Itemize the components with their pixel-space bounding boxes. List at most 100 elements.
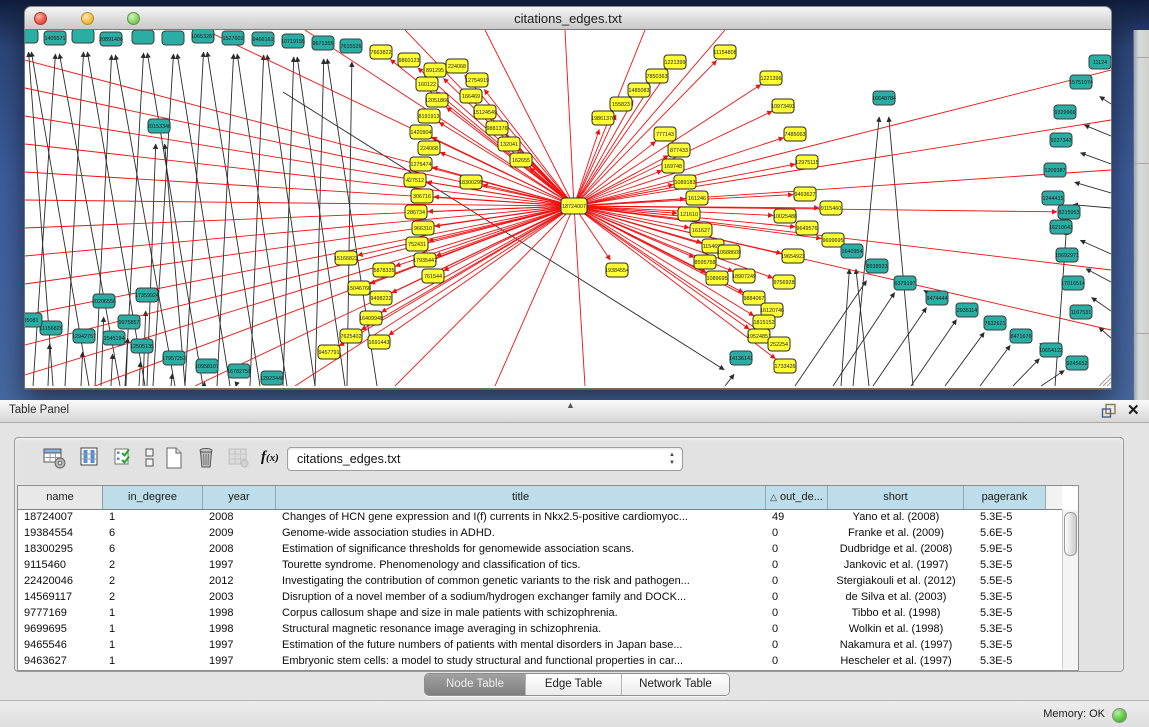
network-node[interactable]: 19524851 bbox=[747, 329, 771, 343]
table-row[interactable]: 911546021997Tourette syndrome. Phenomeno… bbox=[18, 558, 1062, 574]
network-node[interactable]: 16409948 bbox=[359, 311, 383, 325]
network-node[interactable]: 9466161 bbox=[252, 32, 274, 46]
column-header-name[interactable]: name bbox=[18, 486, 103, 509]
network-node[interactable]: 16210643 bbox=[1049, 220, 1073, 234]
network-node[interactable]: 752431 bbox=[406, 237, 428, 251]
network-node[interactable]: 10025488 bbox=[773, 209, 797, 223]
select-rows-button[interactable] bbox=[113, 446, 139, 472]
table-row[interactable]: 1456911722003Disruption of a novel membe… bbox=[18, 590, 1062, 606]
network-node[interactable]: 1733426 bbox=[774, 359, 796, 373]
network-node[interactable]: 9671355 bbox=[312, 36, 334, 50]
network-node[interactable]: 11156829 bbox=[39, 321, 62, 335]
network-node[interactable]: 12975115 bbox=[795, 155, 819, 169]
network-node[interactable]: 966310 bbox=[412, 221, 434, 235]
network-node[interactable]: 10958107 bbox=[195, 359, 219, 373]
network-node[interactable]: 1275474 bbox=[410, 157, 432, 171]
network-node[interactable]: 7632621 bbox=[984, 316, 1006, 330]
network-node[interactable]: 161627 bbox=[690, 223, 712, 237]
network-node[interactable]: 1209387 bbox=[1044, 163, 1066, 177]
network-node[interactable]: 1420904 bbox=[410, 125, 432, 139]
network-node[interactable]: 9227343 bbox=[1050, 133, 1072, 147]
network-node[interactable]: 9474444 bbox=[926, 291, 948, 305]
network-node[interactable]: 10973493 bbox=[771, 99, 795, 113]
network-node[interactable]: 11124 bbox=[1089, 55, 1111, 69]
network-node[interactable]: 12942757 bbox=[72, 329, 96, 343]
network-node[interactable]: 20153346 bbox=[147, 119, 171, 133]
network-node[interactable]: 252254 bbox=[768, 337, 790, 351]
network-node[interactable]: 17359924 bbox=[135, 288, 159, 302]
network-node[interactable]: 1244415 bbox=[1042, 191, 1064, 205]
table-row[interactable]: 969969511998Structural magnetic resonanc… bbox=[18, 622, 1062, 638]
network-node[interactable]: 10653287 bbox=[191, 30, 215, 43]
network-node[interactable]: 9115460 bbox=[820, 201, 842, 215]
table-row[interactable]: 1938455462009Genome-wide association stu… bbox=[18, 526, 1062, 542]
network-canvas[interactable]: 1405571208914061065328715276029466161107… bbox=[24, 30, 1112, 389]
network-node[interactable]: 286734 bbox=[405, 205, 427, 219]
column-header-pagerank[interactable]: pagerank bbox=[964, 486, 1046, 509]
network-node[interactable]: 19654923 bbox=[781, 249, 805, 263]
delete-table-button[interactable] bbox=[195, 446, 221, 472]
network-node[interactable]: 1527602 bbox=[222, 31, 244, 45]
network-node[interactable]: 9329966 bbox=[1054, 105, 1076, 119]
table-row[interactable]: 1830029562008Estimation of significance … bbox=[18, 542, 1062, 558]
network-node[interactable]: 18907249 bbox=[732, 269, 756, 283]
table-scrollbar[interactable] bbox=[1062, 510, 1078, 669]
float-panel-icon[interactable] bbox=[1101, 403, 1117, 419]
table-row[interactable]: 2242004622012Investigating the contribut… bbox=[18, 574, 1062, 590]
network-node[interactable]: 11154808 bbox=[713, 45, 736, 59]
network-node[interactable]: 166469 bbox=[460, 89, 482, 103]
network-node[interactable]: 12923448 bbox=[260, 371, 284, 385]
network-node[interactable]: 1815152 bbox=[753, 315, 775, 329]
window-resize-grip[interactable] bbox=[1099, 374, 1111, 386]
table-row[interactable]: 1872400712008Changes of HCN gene express… bbox=[18, 510, 1062, 526]
row-height-button[interactable] bbox=[141, 446, 157, 472]
network-node[interactable]: 1167531 bbox=[1070, 305, 1092, 319]
network-node[interactable]: 1640954 bbox=[841, 244, 863, 258]
splitter-handle[interactable]: ▲ bbox=[566, 400, 575, 410]
network-node[interactable]: 121610 bbox=[678, 207, 700, 221]
network-node[interactable]: 17935447 bbox=[413, 253, 437, 267]
table-row[interactable]: 977716911998Corpus callosum shape and si… bbox=[18, 606, 1062, 622]
network-node[interactable]: 9498222 bbox=[370, 291, 392, 305]
network-node[interactable]: 10654122 bbox=[1039, 343, 1063, 357]
network-node[interactable] bbox=[132, 30, 154, 44]
scrollbar-thumb[interactable] bbox=[1064, 512, 1077, 556]
network-node[interactable]: 15751074 bbox=[1069, 75, 1093, 89]
network-hub-node[interactable]: 18724007 bbox=[561, 198, 587, 214]
network-node[interactable]: 1221399 bbox=[664, 55, 686, 69]
import-table-button-disabled[interactable] bbox=[227, 446, 253, 472]
network-node[interactable]: 891295 bbox=[424, 63, 446, 77]
column-header-year[interactable]: year bbox=[203, 486, 276, 509]
table-row[interactable]: 946554611997Estimation of the future num… bbox=[18, 638, 1062, 654]
network-node[interactable]: 15166823 bbox=[334, 251, 358, 265]
network-node[interactable]: 8215953 bbox=[1058, 205, 1080, 219]
network-node[interactable]: 19384554 bbox=[605, 263, 629, 277]
tab-network-table[interactable]: Network Table bbox=[621, 674, 729, 695]
network-node[interactable]: 9884067 bbox=[743, 291, 765, 305]
network-node[interactable]: 7625402 bbox=[340, 329, 362, 343]
network-node[interactable]: 9457791 bbox=[318, 345, 340, 359]
column-header-out_de[interactable]: △out_de... bbox=[766, 486, 828, 509]
network-node[interactable]: 9245652 bbox=[1066, 356, 1088, 370]
function-builder-button[interactable]: f(x) bbox=[261, 449, 287, 475]
network-node[interactable]: 9463627 bbox=[794, 187, 816, 201]
network-node[interactable]: 1545194 bbox=[103, 331, 125, 345]
network-node[interactable] bbox=[162, 31, 184, 45]
network-node[interactable]: 161246 bbox=[686, 191, 708, 205]
network-node[interactable]: 9699695 bbox=[822, 233, 844, 247]
network-node[interactable]: 14136141 bbox=[729, 351, 753, 365]
network-node[interactable] bbox=[72, 30, 94, 43]
network-node[interactable]: 17957253 bbox=[162, 351, 186, 365]
network-node[interactable]: 16648784 bbox=[872, 91, 896, 105]
network-node[interactable]: 9975857 bbox=[118, 315, 140, 329]
network-node[interactable]: 20891406 bbox=[99, 32, 123, 46]
network-node[interactable]: 9756928 bbox=[773, 275, 795, 289]
network-node[interactable]: 9860123 bbox=[398, 53, 420, 67]
column-header-title[interactable]: title bbox=[276, 486, 766, 509]
network-node[interactable]: 9881376 bbox=[486, 121, 508, 135]
network-node[interactable]: 8191913 bbox=[418, 109, 440, 123]
close-panel-icon[interactable]: ✕ bbox=[1127, 401, 1140, 421]
network-node[interactable]: 6379197 bbox=[894, 276, 916, 290]
network-node[interactable]: 1691443 bbox=[368, 335, 390, 349]
network-node[interactable]: 7485063 bbox=[784, 127, 806, 141]
